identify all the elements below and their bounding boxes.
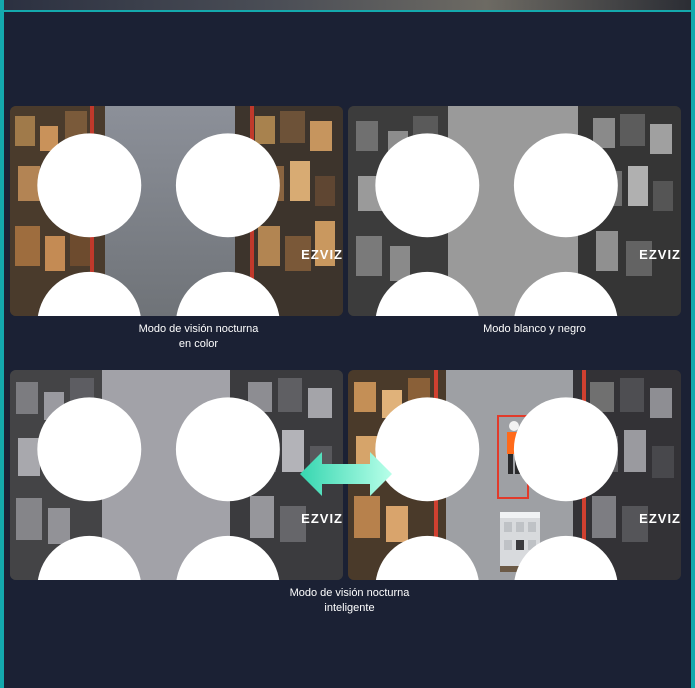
caption-line-1: Modo de visión nocturna	[138, 323, 259, 335]
ezviz-logo-icon	[375, 133, 618, 316]
caption-line-1: Modo blanco y negro	[483, 323, 586, 335]
logo-text: EZVIZ	[639, 247, 681, 263]
ezviz-logo-icon	[375, 397, 618, 580]
logo-text: EZVIZ	[301, 511, 343, 527]
panel-color-night-vision: EZVIZ	[10, 106, 343, 316]
caption-line-1: Modo de visión nocturna	[289, 587, 410, 599]
caption-line-2: en color	[178, 338, 219, 350]
panel-black-white: EZVIZ	[348, 106, 681, 316]
caption-line-2: inteligente	[324, 602, 375, 614]
ezviz-logo: EZVIZ	[358, 116, 681, 316]
ezviz-logo-icon	[37, 133, 280, 316]
logo-text: EZVIZ	[639, 511, 681, 527]
panel-smart-night-vision: EZVIZ	[348, 370, 681, 580]
caption-black-white: Modo blanco y negro	[368, 322, 695, 337]
ezviz-logo: EZVIZ	[20, 116, 343, 316]
panel-gray-scene: EZVIZ	[10, 370, 343, 580]
logo-text: EZVIZ	[301, 247, 343, 263]
ezviz-logo-icon	[37, 397, 280, 580]
caption-smart-night-vision: Modo de visión nocturna inteligente	[183, 586, 516, 616]
double-arrow-icon	[300, 452, 392, 496]
caption-color-night-vision: Modo de visión nocturna en color	[32, 322, 365, 352]
ezviz-logo: EZVIZ	[358, 380, 681, 580]
ezviz-logo: EZVIZ	[20, 380, 343, 580]
